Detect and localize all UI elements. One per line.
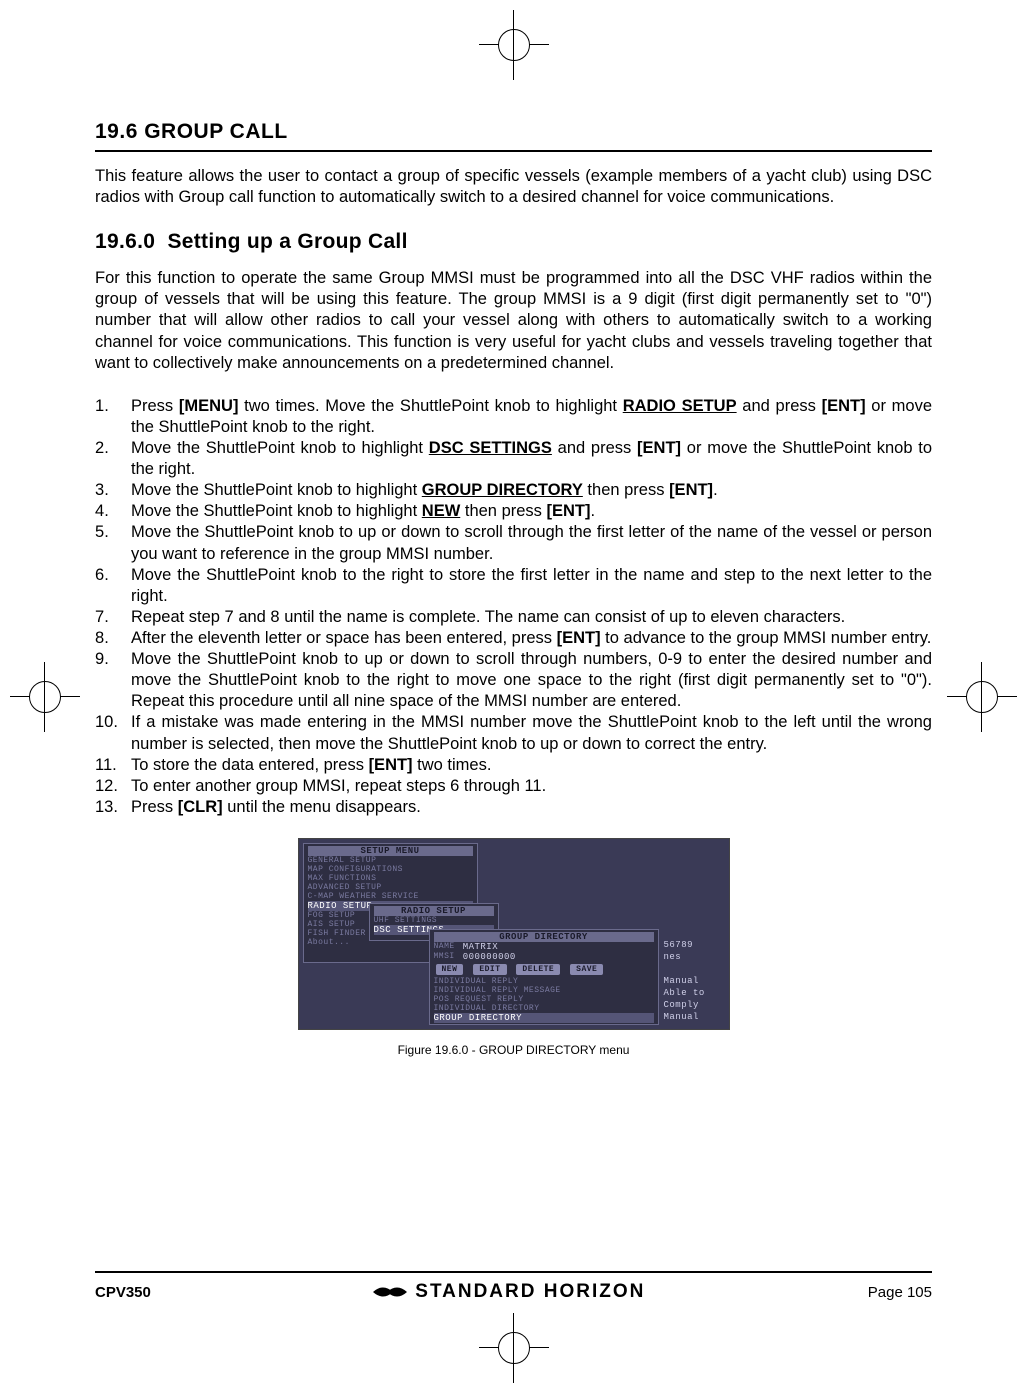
section-heading: 19.6 GROUP CALL	[95, 120, 932, 144]
page-footer: CPV350 STANDARD HORIZON Page 105	[95, 1271, 932, 1303]
step-text: To store the data entered, press	[131, 756, 369, 774]
step-8: After the eleventh letter or space has b…	[95, 628, 932, 649]
step-12: To enter another group MMSI, repeat step…	[95, 776, 932, 797]
radio-setup-item: UHF SETTINGS	[374, 916, 494, 925]
step-4: Move the ShuttlePoint knob to highlight …	[95, 501, 932, 522]
group-name-label: NAME	[434, 942, 455, 952]
menu-item-label: GROUP DIRECTORY	[422, 481, 583, 499]
group-directory-title: GROUP DIRECTORY	[434, 932, 654, 942]
menu-item-label: DSC SETTINGS	[429, 439, 552, 457]
footer-model: CPV350	[95, 1284, 151, 1301]
right-value: Manual	[664, 975, 729, 987]
section-number: 19.6	[95, 120, 138, 143]
step-13: Press [CLR] until the menu disappears.	[95, 797, 932, 818]
step-text: Press	[131, 397, 179, 415]
footer-brand-text: STANDARD HORIZON	[415, 1281, 645, 1303]
step-text: and press	[552, 439, 637, 457]
subsection-title-text: Setting up a Group Call	[167, 230, 407, 253]
step-7: Repeat step 7 and 8 until the name is co…	[95, 607, 932, 628]
key-label: [MENU]	[179, 397, 239, 415]
step-text: to advance to the group MMSI number entr…	[601, 629, 932, 647]
group-mmsi-value: 000000000	[463, 952, 516, 962]
steps-list: Press [MENU] two times. Move the Shuttle…	[95, 396, 932, 818]
step-text: then press	[583, 481, 669, 499]
setup-menu-item: MAP CONFIGURATIONS	[308, 865, 473, 874]
intro-paragraph: This feature allows the user to contact …	[95, 166, 932, 208]
step-text: until the menu disappears.	[223, 798, 421, 816]
step-text: After the eleventh letter or space has b…	[131, 629, 557, 647]
group-directory-panel: GROUP DIRECTORY NAME MATRIX MMSI 0000000…	[429, 929, 659, 1025]
page: 19.6 GROUP CALL This feature allows the …	[0, 0, 1027, 1393]
subsection-number: 19.6.0	[95, 230, 155, 253]
new-button: NEW	[436, 964, 464, 975]
dsc-item: POS REQUEST REPLY	[434, 995, 654, 1004]
step-text: .	[713, 481, 718, 499]
edit-button: EDIT	[473, 964, 506, 975]
right-value: nes	[664, 951, 729, 963]
setup-menu-item: C-MAP WEATHER SERVICE	[308, 892, 473, 901]
setup-menu-title: SETUP MENU	[308, 846, 473, 856]
step-10: If a mistake was made entering in the MM…	[95, 712, 932, 754]
step-text: Move the ShuttlePoint knob to highlight	[131, 439, 429, 457]
step-text: .	[591, 502, 596, 520]
right-value: Able to Comply	[664, 987, 729, 1011]
key-label: [ENT]	[557, 629, 601, 647]
step-9: Move the ShuttlePoint knob to up or down…	[95, 649, 932, 712]
group-mmsi-label: MMSI	[434, 952, 455, 962]
right-value: Manual	[664, 1011, 729, 1023]
step-text: Press	[131, 798, 178, 816]
brand-logo-icon	[373, 1283, 407, 1301]
footer-brand: STANDARD HORIZON	[151, 1281, 868, 1303]
section-title-text: GROUP CALL	[144, 120, 287, 143]
crop-mark-left	[10, 662, 80, 732]
setup-menu-item: ADVANCED SETUP	[308, 883, 473, 892]
step-1: Press [MENU] two times. Move the Shuttle…	[95, 396, 932, 438]
step-text: two times. Move the ShuttlePoint knob to…	[238, 397, 622, 415]
dsc-item: INDIVIDUAL DIRECTORY	[434, 1004, 654, 1013]
figure-caption: Figure 19.6.0 - GROUP DIRECTORY menu	[95, 1043, 932, 1057]
step-5: Move the ShuttlePoint knob to up or down…	[95, 522, 932, 564]
radio-setup-title: RADIO SETUP	[374, 906, 494, 916]
menu-item-label: NEW	[422, 502, 461, 520]
key-label: [ENT]	[637, 439, 681, 457]
dsc-item-selected: GROUP DIRECTORY	[434, 1013, 654, 1023]
step-text: then press	[460, 502, 546, 520]
group-name-value: MATRIX	[463, 942, 498, 952]
key-label: [ENT]	[822, 397, 866, 415]
key-label: [ENT]	[669, 481, 713, 499]
button-row: NEW EDIT DELETE SAVE	[434, 962, 654, 977]
key-label: [CLR]	[178, 798, 223, 816]
save-button: SAVE	[570, 964, 603, 975]
right-value: 56789	[664, 939, 729, 951]
step-text: Move the ShuttlePoint knob to highlight	[131, 481, 422, 499]
crop-mark-right	[947, 662, 1017, 732]
menu-item-label: RADIO SETUP	[623, 397, 737, 415]
footer-page-number: Page 105	[868, 1284, 932, 1301]
step-6: Move the ShuttlePoint knob to the right …	[95, 565, 932, 607]
step-text: two times.	[413, 756, 492, 774]
step-text: and press	[737, 397, 822, 415]
setup-menu-item: GENERAL SETUP	[308, 856, 473, 865]
subsection-intro: For this function to operate the same Gr…	[95, 268, 932, 374]
dsc-item: INDIVIDUAL REPLY MESSAGE	[434, 986, 654, 995]
figure-screenshot: SETUP MENU GENERAL SETUP MAP CONFIGURATI…	[298, 838, 730, 1030]
dsc-item: INDIVIDUAL REPLY	[434, 977, 654, 986]
step-text: Move the ShuttlePoint knob to highlight	[131, 502, 422, 520]
section-rule	[95, 150, 932, 152]
step-11: To store the data entered, press [ENT] t…	[95, 755, 932, 776]
crop-mark-top	[479, 10, 549, 80]
key-label: [ENT]	[547, 502, 591, 520]
right-values: 56789 nes Manual Able to Comply Manual	[664, 939, 729, 1023]
delete-button: DELETE	[516, 964, 560, 975]
setup-menu-item: MAX FUNCTIONS	[308, 874, 473, 883]
key-label: [ENT]	[369, 756, 413, 774]
step-3: Move the ShuttlePoint knob to highlight …	[95, 480, 932, 501]
crop-mark-bottom	[479, 1313, 549, 1383]
subsection-heading: 19.6.0 Setting up a Group Call	[95, 230, 932, 254]
figure-container: SETUP MENU GENERAL SETUP MAP CONFIGURATI…	[95, 838, 932, 1057]
step-2: Move the ShuttlePoint knob to highlight …	[95, 438, 932, 480]
